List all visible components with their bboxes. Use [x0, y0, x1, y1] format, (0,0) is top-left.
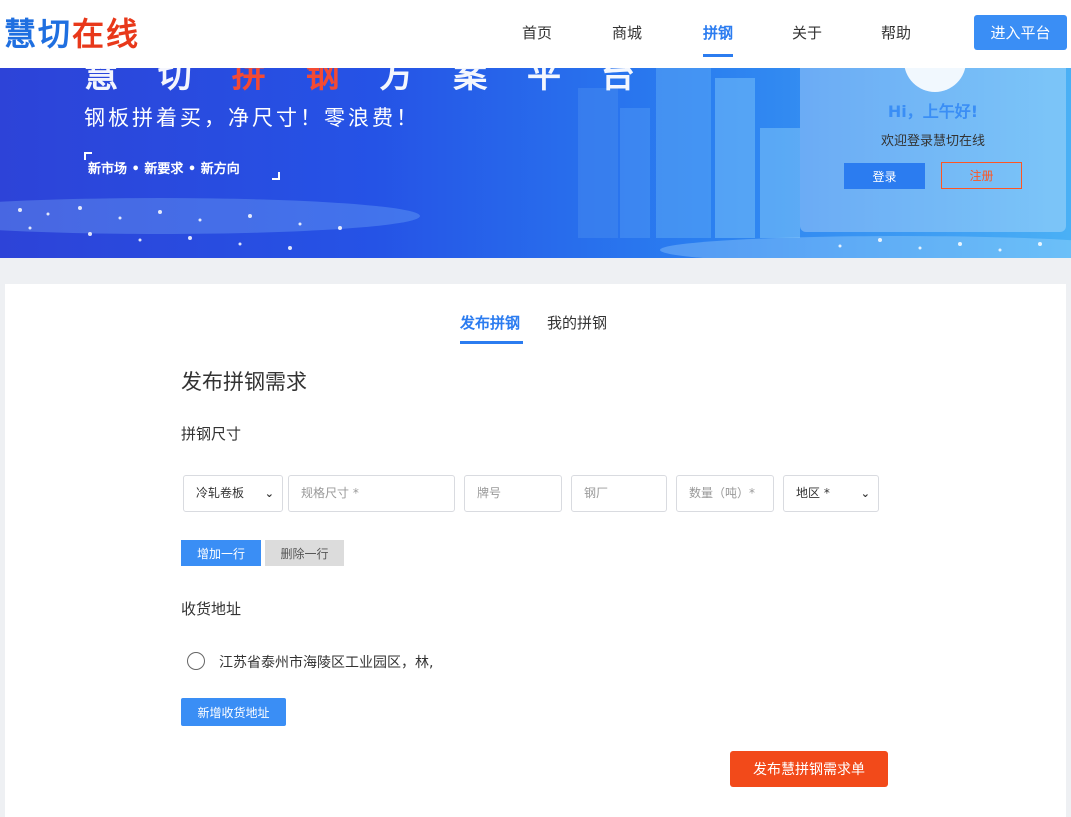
chevron-down-icon: ⌄ [860, 487, 870, 500]
product-type-select[interactable]: 冷轧卷板 ⌄ [183, 475, 283, 512]
nav-steel-pool[interactable]: 拼钢 [703, 22, 733, 44]
greeting-text: Hi，上午好! [887, 102, 979, 121]
nav-mall[interactable]: 商城 [612, 22, 642, 44]
add-row-button[interactable]: 增加一行 [181, 540, 261, 566]
delete-row-button[interactable]: 删除一行 [265, 540, 344, 566]
region-value: 地区 * [796, 486, 830, 500]
login-card: Hi，上午好! 欢迎登录慧切在线 登录 注册 [800, 68, 1066, 232]
banner-subtitle: 钢板拼着买，净尺寸！零浪费！ [84, 106, 420, 130]
nav-help[interactable]: 帮助 [881, 22, 911, 44]
new-address-button[interactable]: 新增收货地址 [181, 698, 286, 726]
form-title: 发布拼钢需求 [181, 370, 307, 394]
site-logo[interactable]: 慧切在线 [4, 14, 140, 54]
register-button[interactable]: 注册 [941, 162, 1022, 189]
top-header: 慧切在线 首页 商城 拼钢 关于 帮助 进入平台 [0, 0, 1071, 68]
mill-input[interactable]: 钢厂 [571, 475, 667, 512]
spec-size-input[interactable]: 规格尺寸 * [288, 475, 455, 512]
nav-home[interactable]: 首页 [522, 22, 552, 44]
banner-title: 慧 切 拼 钢 方 案 平 台 [84, 68, 649, 96]
main-panel: 发布拼钢 我的拼钢 发布拼钢需求 拼钢尺寸 冷轧卷板 ⌄ 规格尺寸 * 牌号 钢… [5, 284, 1066, 817]
hero-banner: 慧 切 拼 钢 方 案 平 台 钢板拼着买，净尺寸！零浪费！ 新市场 • 新要求… [0, 68, 1071, 258]
size-section-label: 拼钢尺寸 [181, 425, 242, 443]
nav-active-indicator [703, 54, 733, 57]
grade-input[interactable]: 牌号 [464, 475, 562, 512]
logo-text-part1: 慧切 [4, 15, 73, 53]
quantity-input[interactable]: 数量（吨）* [676, 475, 774, 512]
chevron-down-icon: ⌄ [264, 487, 274, 500]
tab-my-pool[interactable]: 我的拼钢 [547, 312, 607, 333]
nav-about[interactable]: 关于 [792, 22, 822, 44]
login-button[interactable]: 登录 [844, 163, 925, 189]
address-text[interactable]: 江苏省泰州市海陵区工业园区，林, [219, 652, 433, 672]
tab-active-indicator [460, 341, 523, 344]
product-type-value: 冷轧卷板 [196, 486, 245, 500]
address-radio[interactable] [187, 652, 205, 670]
submit-request-button[interactable]: 发布慧拼钢需求单 [730, 751, 888, 787]
avatar [904, 68, 966, 92]
address-section-label: 收货地址 [181, 600, 242, 618]
tab-publish[interactable]: 发布拼钢 [460, 312, 520, 333]
region-select[interactable]: 地区 * ⌄ [783, 475, 879, 512]
welcome-text: 欢迎登录慧切在线 [880, 134, 985, 149]
bracket-decoration [272, 172, 280, 180]
logo-text-part2: 在线 [72, 15, 141, 53]
enter-platform-button[interactable]: 进入平台 [974, 15, 1067, 50]
banner-tagline: 新市场 • 新要求 • 新方向 [88, 162, 240, 177]
